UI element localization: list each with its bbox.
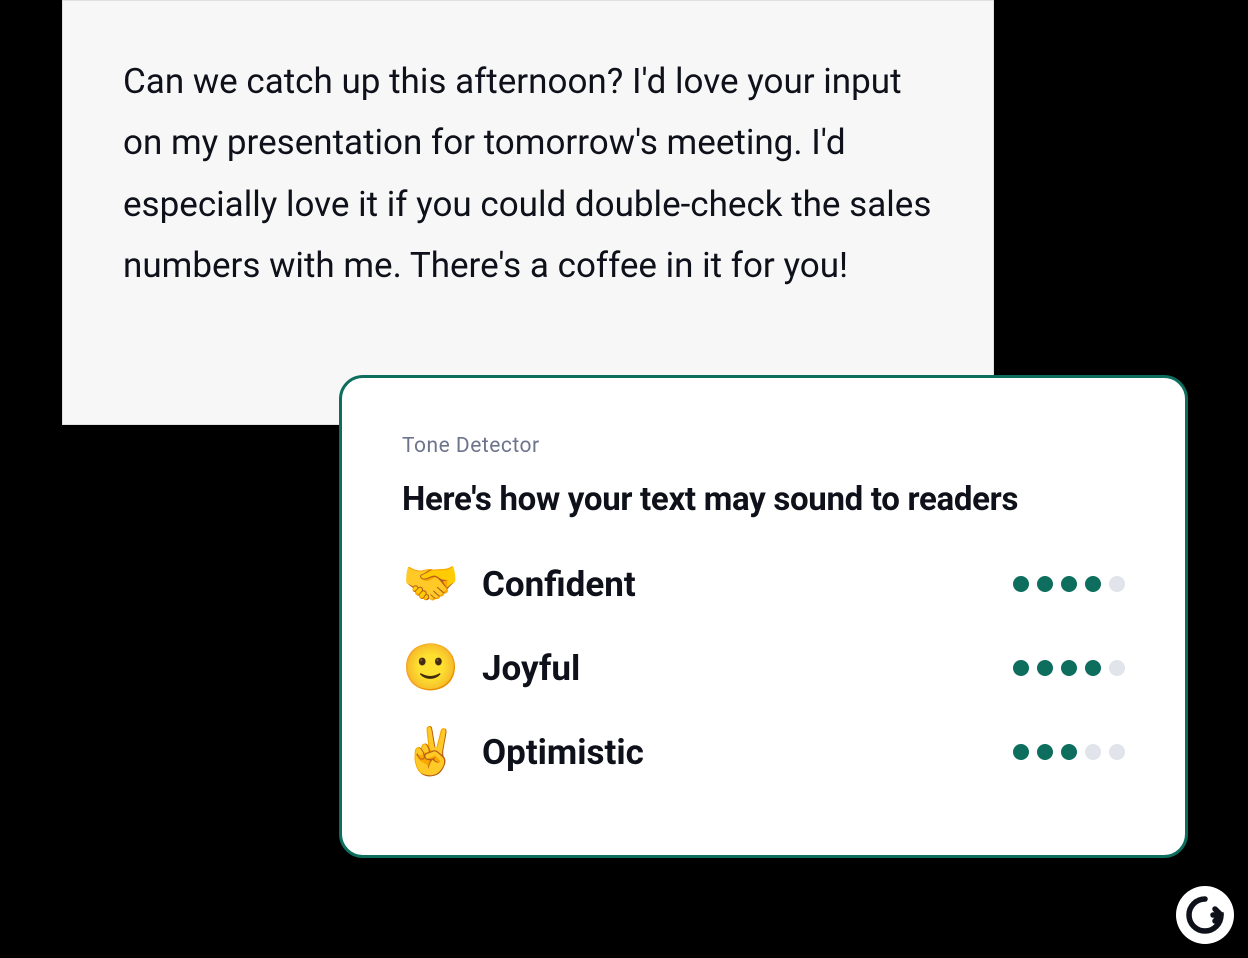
tone-list: 🤝 Confident 🙂 Joyful ✌️ Optimi <box>402 561 1125 775</box>
tone-score-dots <box>1013 660 1125 676</box>
dot-empty <box>1109 576 1125 592</box>
victory-hand-icon: ✌️ <box>402 729 456 775</box>
tone-score-dots <box>1013 744 1125 760</box>
tone-detector-panel: Tone Detector Here's how your text may s… <box>339 375 1188 858</box>
tone-panel-title: Here's how your text may sound to reader… <box>402 480 1125 519</box>
dot-filled <box>1061 660 1077 676</box>
dot-filled <box>1061 576 1077 592</box>
dot-filled <box>1085 576 1101 592</box>
dot-filled <box>1037 660 1053 676</box>
tone-label: Joyful <box>482 648 987 689</box>
tone-label: Confident <box>482 564 987 605</box>
dot-empty <box>1085 744 1101 760</box>
tone-row-confident: 🤝 Confident <box>402 561 1125 607</box>
text-editor[interactable]: Can we catch up this afternoon? I'd love… <box>62 0 994 425</box>
smiling-face-icon: 🙂 <box>402 645 456 691</box>
grammarly-logo-icon <box>1181 891 1229 939</box>
grammarly-badge[interactable] <box>1176 886 1234 944</box>
tone-row-optimistic: ✌️ Optimistic <box>402 729 1125 775</box>
handshake-icon: 🤝 <box>402 561 456 607</box>
dot-filled <box>1013 660 1029 676</box>
dot-filled <box>1037 576 1053 592</box>
dot-filled <box>1037 744 1053 760</box>
dot-filled <box>1013 576 1029 592</box>
dot-filled <box>1085 660 1101 676</box>
dot-filled <box>1061 744 1077 760</box>
dot-filled <box>1013 744 1029 760</box>
tone-score-dots <box>1013 576 1125 592</box>
tone-label: Optimistic <box>482 732 987 773</box>
tone-row-joyful: 🙂 Joyful <box>402 645 1125 691</box>
dot-empty <box>1109 660 1125 676</box>
tone-panel-subtitle: Tone Detector <box>402 434 1125 458</box>
dot-empty <box>1109 744 1125 760</box>
editor-text[interactable]: Can we catch up this afternoon? I'd love… <box>123 51 933 296</box>
